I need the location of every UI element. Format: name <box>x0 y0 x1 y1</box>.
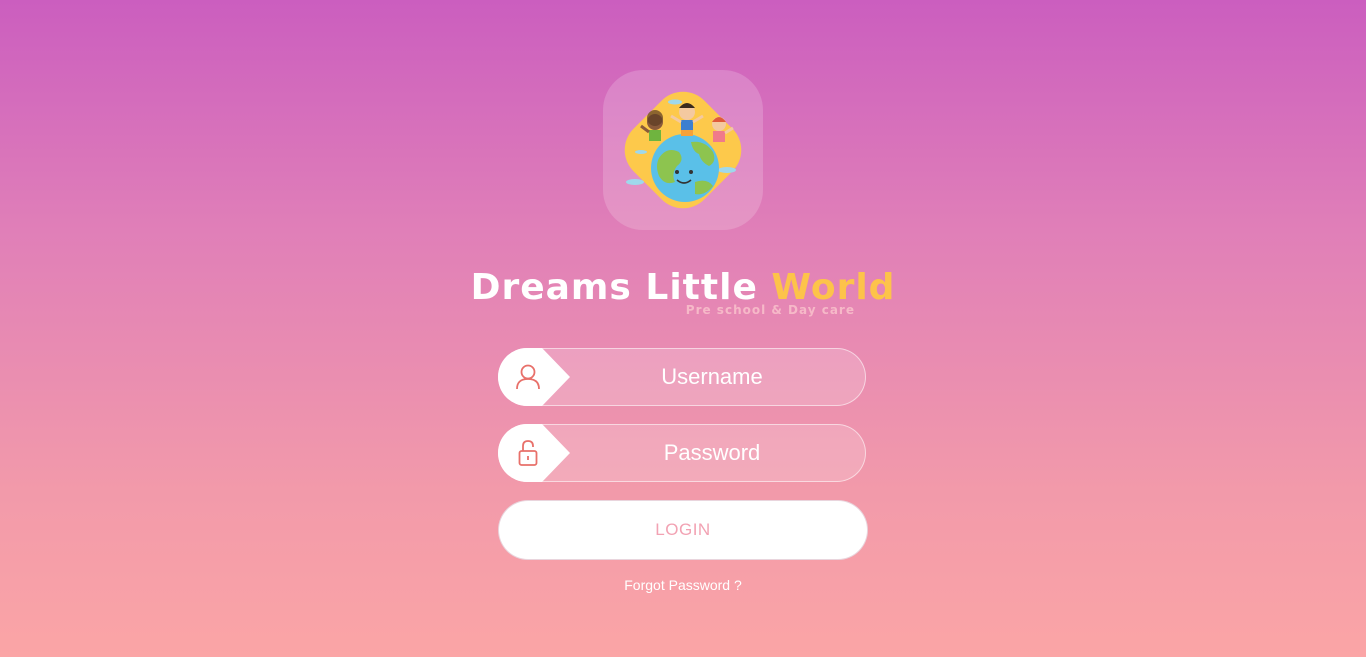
brand-word-world: World <box>771 267 896 308</box>
password-field[interactable]: Password <box>498 424 866 482</box>
brand-word-dreams: Dreams <box>470 267 632 308</box>
password-input[interactable]: Password <box>559 425 865 481</box>
kids-on-globe-logo-icon <box>624 91 742 209</box>
brand-tagline: Pre school & Day care <box>685 303 855 317</box>
brand-word-little: Little <box>645 267 758 308</box>
login-page: Dreams Little World Pre school & Day car… <box>0 0 1366 657</box>
username-input[interactable]: Username <box>559 349 865 405</box>
login-button[interactable]: LOGIN <box>498 500 868 560</box>
username-field[interactable]: Username <box>498 348 866 406</box>
forgot-password-link[interactable]: Forgot Password ? <box>0 577 1366 593</box>
app-logo <box>603 70 763 230</box>
